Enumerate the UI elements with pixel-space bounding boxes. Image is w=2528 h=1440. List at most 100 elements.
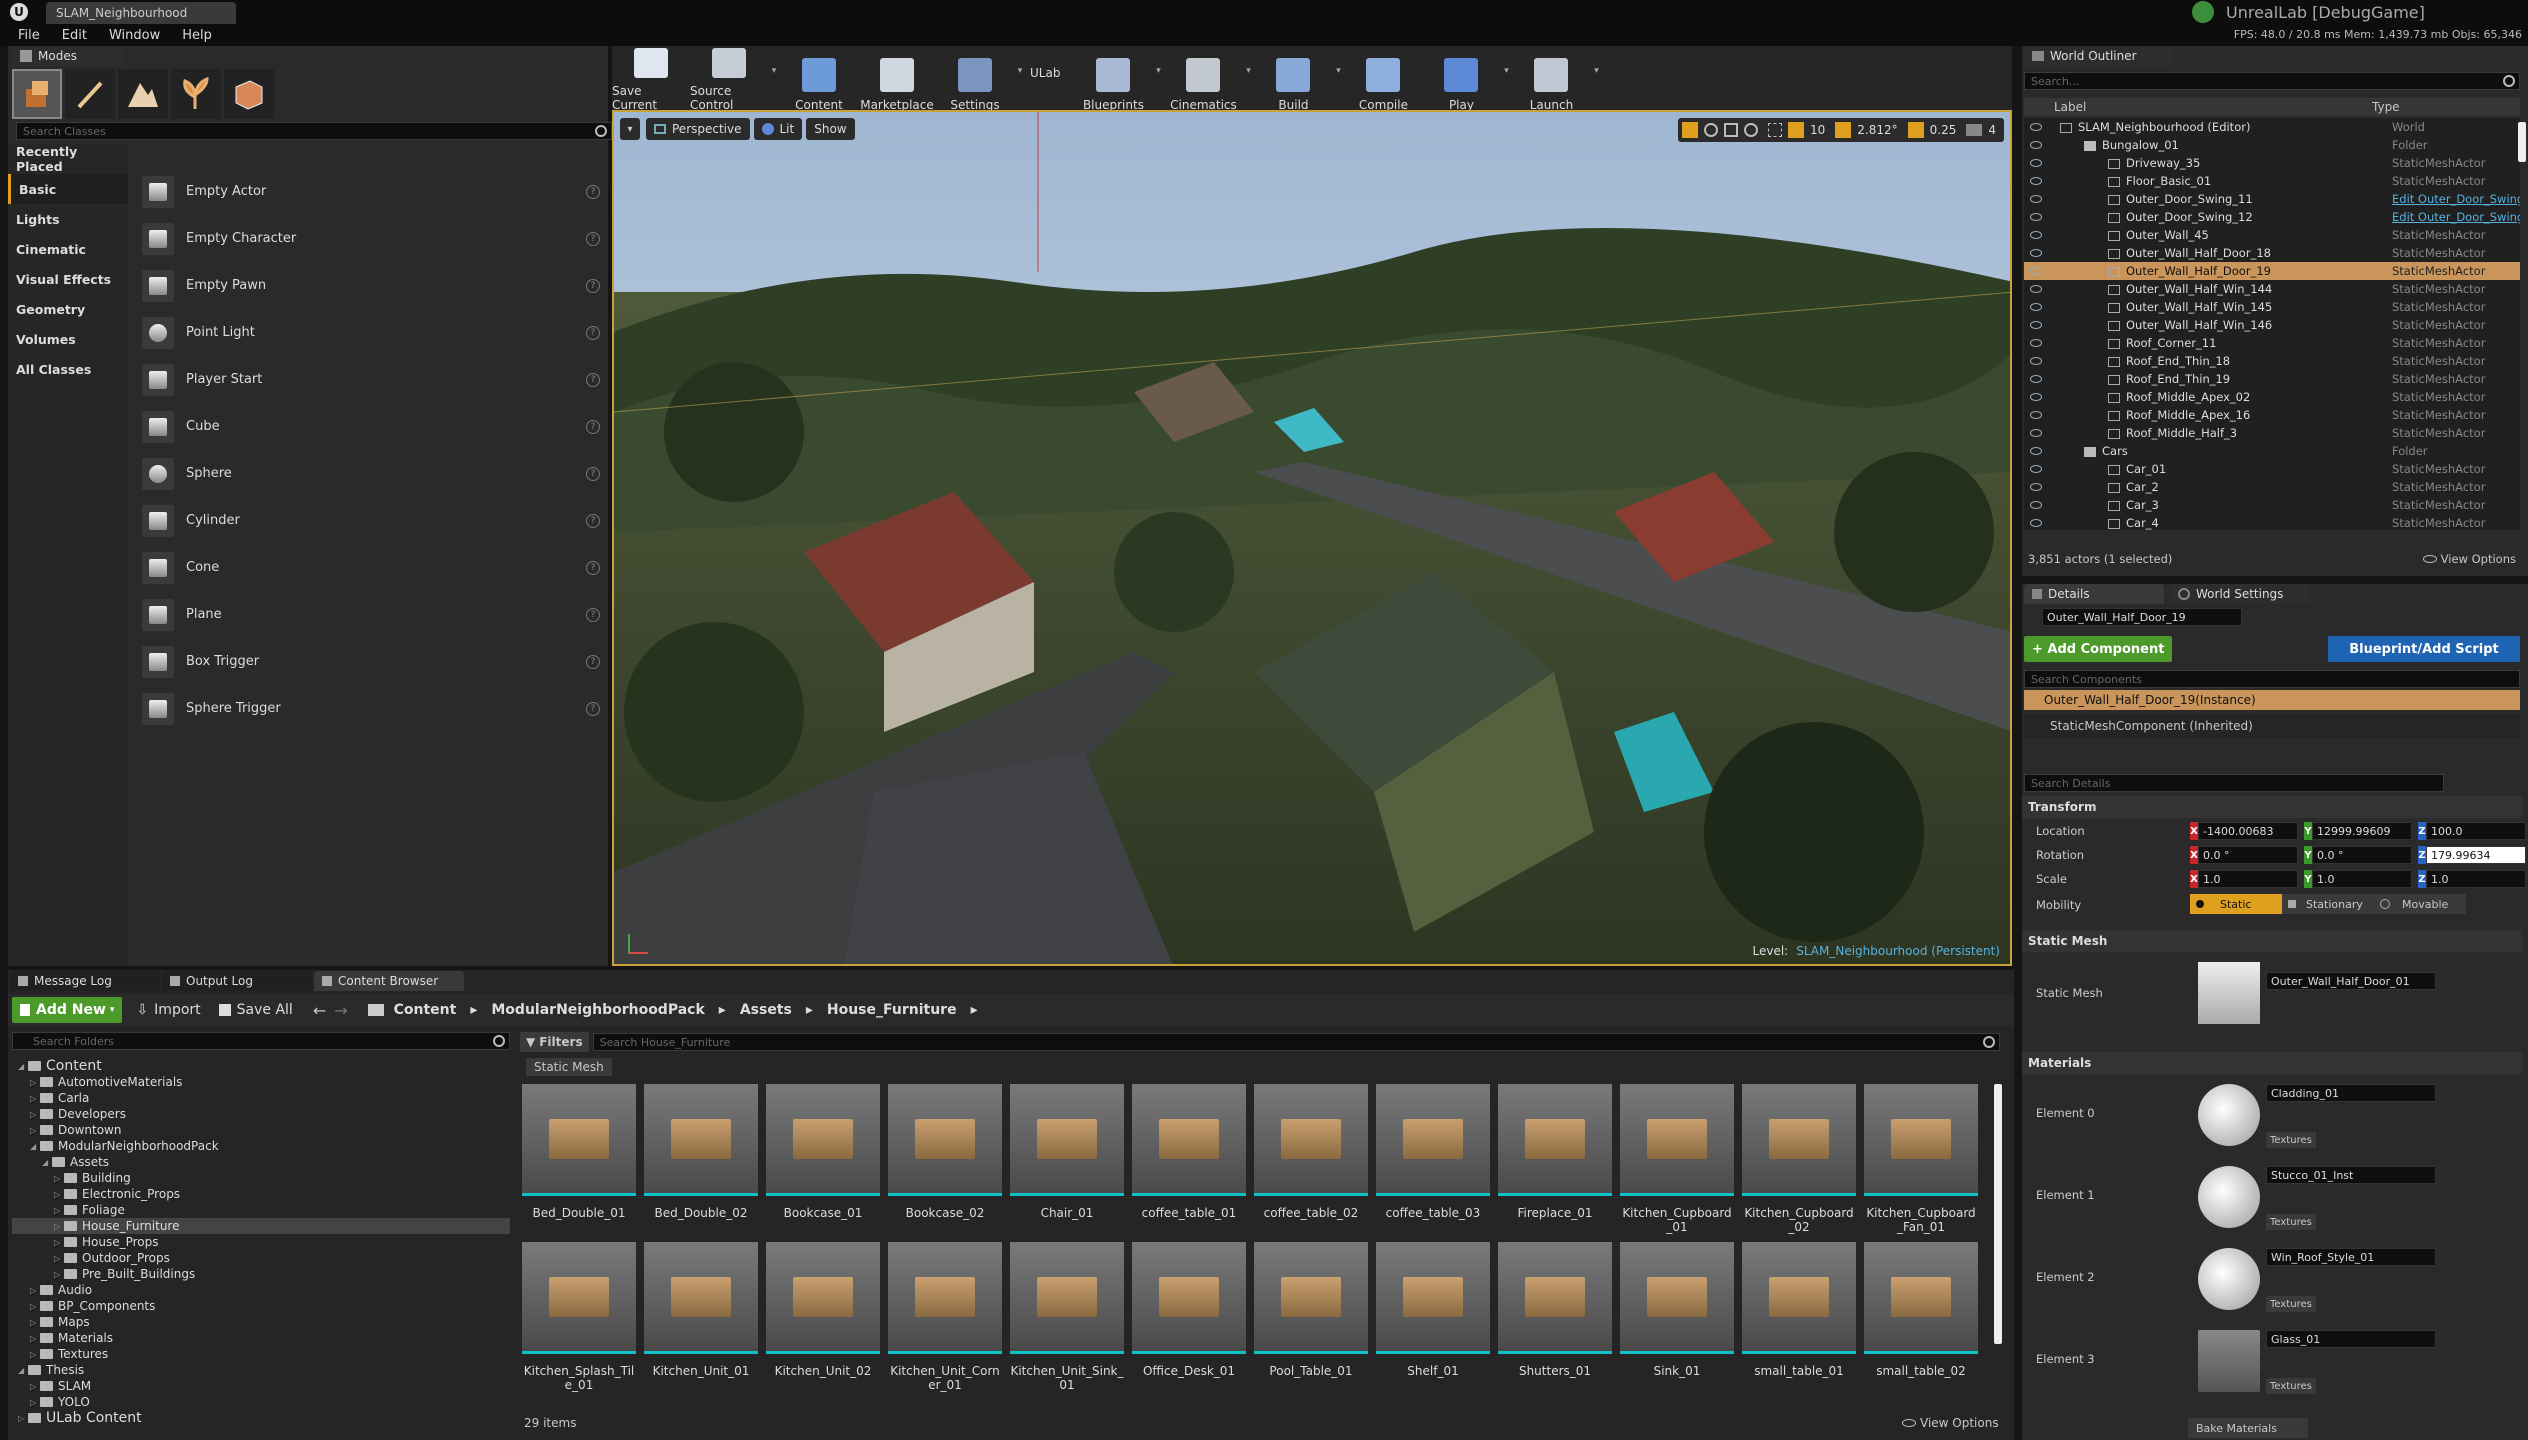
settings-button[interactable]: Settings xyxy=(936,48,1014,116)
folder-tree-item[interactable]: ◢ Content xyxy=(12,1058,510,1074)
asset-tile[interactable]: coffee_table_03 xyxy=(1376,1084,1490,1236)
expand-arrow-icon[interactable]: ▷ xyxy=(30,1318,40,1327)
chevron-down-icon[interactable]: ▾ xyxy=(1500,66,1512,76)
actor-item[interactable]: Cone? xyxy=(134,544,608,591)
category-volumes[interactable]: Volumes xyxy=(8,324,128,354)
static-mesh-dropdown[interactable]: Outer_Wall_Half_Door_01 xyxy=(2266,972,2436,990)
asset-tile[interactable]: Kitchen_Unit_01 xyxy=(644,1242,758,1394)
translate-icon[interactable] xyxy=(1682,122,1698,138)
visibility-eye-icon[interactable] xyxy=(2030,447,2042,455)
expand-arrow-icon[interactable]: ▷ xyxy=(30,1382,40,1391)
category-visual-effects[interactable]: Visual Effects xyxy=(8,264,128,294)
camera-speed-value[interactable]: 4 xyxy=(1988,123,1996,137)
expand-arrow-icon[interactable]: ▷ xyxy=(30,1398,40,1407)
chevron-down-icon[interactable]: ▾ xyxy=(1014,66,1026,76)
search-components-input[interactable]: Search Components xyxy=(2024,670,2520,688)
folder-tree-item[interactable]: ▷ ULab Content xyxy=(12,1410,510,1426)
world-outliner-tab[interactable]: World Outliner xyxy=(2024,46,2174,66)
textures-button[interactable]: Textures xyxy=(2266,1214,2316,1230)
folder-tree-item[interactable]: ▷ AutomotiveMaterials xyxy=(12,1074,510,1090)
outliner-row[interactable]: Cars Folder xyxy=(2024,442,2520,460)
forward-arrow-icon[interactable]: → xyxy=(334,1001,347,1020)
help-icon[interactable]: ? xyxy=(586,231,600,246)
visibility-eye-icon[interactable] xyxy=(2030,267,2042,275)
visibility-eye-icon[interactable] xyxy=(2030,483,2042,491)
scale-snap-value[interactable]: 0.25 xyxy=(1930,123,1957,137)
material-dropdown[interactable]: Glass_01 xyxy=(2266,1330,2436,1348)
actor-item[interactable]: Sphere? xyxy=(134,450,608,497)
visibility-eye-icon[interactable] xyxy=(2030,429,2042,437)
save-current-button[interactable]: Save Current xyxy=(612,48,690,116)
expand-arrow-icon[interactable]: ▷ xyxy=(54,1206,64,1215)
add-component-button[interactable]: + Add Component xyxy=(2024,636,2172,662)
scale-x-field[interactable]: 1.0 xyxy=(2198,870,2298,888)
material-thumbnail[interactable] xyxy=(2198,1084,2260,1146)
asset-tile[interactable]: Pool_Table_01 xyxy=(1254,1242,1368,1394)
search-folders-input[interactable]: Search Folders xyxy=(12,1032,510,1050)
import-button[interactable]: ⇩ Import xyxy=(136,1002,200,1018)
expand-arrow-icon[interactable]: ◢ xyxy=(30,1142,40,1151)
folder-tree-item[interactable]: ▷ Maps xyxy=(12,1314,510,1330)
folder-tree-item[interactable]: ▷ House_Furniture xyxy=(12,1218,510,1234)
material-dropdown[interactable]: Stucco_01_Inst xyxy=(2266,1166,2436,1184)
asset-tile[interactable]: small_table_01 xyxy=(1742,1242,1856,1394)
camera-speed-icon[interactable] xyxy=(1966,124,1983,136)
folder-tree-item[interactable]: ▷ Electronic_Props xyxy=(12,1186,510,1202)
breadcrumb-item[interactable]: Assets xyxy=(740,1002,792,1018)
search-details-input[interactable]: Search Details xyxy=(2024,774,2444,792)
surface-snap-icon[interactable] xyxy=(1768,123,1782,137)
outliner-row[interactable]: Roof_Middle_Apex_02 StaticMeshActor xyxy=(2024,388,2520,406)
location-y-field[interactable]: 12999.99609 xyxy=(2312,822,2412,840)
show-button[interactable]: Show xyxy=(806,118,855,140)
help-icon[interactable]: ? xyxy=(586,278,600,293)
grid-snap-icon[interactable] xyxy=(1788,122,1804,138)
visibility-eye-icon[interactable] xyxy=(2030,213,2042,221)
visibility-eye-icon[interactable] xyxy=(2030,339,2042,347)
actor-item[interactable]: Sphere Trigger? xyxy=(134,685,608,732)
visibility-eye-icon[interactable] xyxy=(2030,465,2042,473)
visibility-eye-icon[interactable] xyxy=(2030,357,2042,365)
visibility-eye-icon[interactable] xyxy=(2030,375,2042,383)
folder-tree-item[interactable]: ▷ SLAM xyxy=(12,1378,510,1394)
visibility-eye-icon[interactable] xyxy=(2030,177,2042,185)
expand-arrow-icon[interactable]: ▷ xyxy=(30,1078,40,1087)
rotation-snap-icon[interactable] xyxy=(1835,122,1852,138)
rotation-y-field[interactable]: 0.0 ° xyxy=(2312,846,2412,864)
folder-tree-item[interactable]: ▷ Carla xyxy=(12,1090,510,1106)
level-viewport[interactable]: ▾ Perspective Lit Show 10 2.812° 0.25 4 … xyxy=(612,110,2012,966)
category-basic[interactable]: Basic xyxy=(8,174,128,204)
folder-tree-item[interactable]: ▷ Materials xyxy=(12,1330,510,1346)
outliner-row[interactable]: Driveway_35 StaticMeshActor xyxy=(2024,154,2520,172)
mobility-movable[interactable]: Movable xyxy=(2374,894,2466,914)
breadcrumb-separator-icon[interactable]: ▸ xyxy=(719,1002,726,1018)
asset-tile[interactable]: Kitchen_Unit_Sink_01 xyxy=(1010,1242,1124,1394)
help-icon[interactable]: ? xyxy=(586,325,600,340)
category-geometry[interactable]: Geometry xyxy=(8,294,128,324)
textures-button[interactable]: Textures xyxy=(2266,1378,2316,1394)
outliner-search-input[interactable]: Search... xyxy=(2024,72,2520,90)
expand-arrow-icon[interactable]: ▷ xyxy=(18,1414,28,1423)
scale-y-field[interactable]: 1.0 xyxy=(2312,870,2412,888)
folder-tree-item[interactable]: ▷ BP_Components xyxy=(12,1298,510,1314)
component-row[interactable]: StaticMeshComponent (Inherited) xyxy=(2024,714,2520,738)
actor-item[interactable]: Empty Character? xyxy=(134,215,608,262)
tab-output-log[interactable]: Output Log xyxy=(162,971,312,991)
blueprint-add-script-button[interactable]: Blueprint/Add Script xyxy=(2328,636,2520,662)
visibility-eye-icon[interactable] xyxy=(2030,159,2042,167)
actor-item[interactable]: Cube? xyxy=(134,403,608,450)
perspective-button[interactable]: Perspective xyxy=(646,118,750,140)
asset-tile[interactable]: Kitchen_Cupboard_02 xyxy=(1742,1084,1856,1236)
expand-arrow-icon[interactable]: ▷ xyxy=(30,1110,40,1119)
rotation-snap-value[interactable]: 2.812° xyxy=(1857,123,1897,137)
asset-tile[interactable]: Bookcase_01 xyxy=(766,1084,880,1236)
chevron-down-icon[interactable]: ▾ xyxy=(768,66,780,76)
outliner-row[interactable]: SLAM_Neighbourhood (Editor) World xyxy=(2024,118,2520,136)
asset-tile[interactable]: Kitchen_Splash_Tile_01 xyxy=(522,1242,636,1394)
help-icon[interactable]: ? xyxy=(586,466,600,481)
outliner-row-type[interactable]: Edit Outer_Door_Swing xyxy=(2392,192,2520,206)
menu-edit[interactable]: Edit xyxy=(62,28,87,43)
folder-tree-item[interactable]: ▷ Audio xyxy=(12,1282,510,1298)
actor-item[interactable]: Plane? xyxy=(134,591,608,638)
asset-tile[interactable]: Fireplace_01 xyxy=(1498,1084,1612,1236)
materials-section[interactable]: Materials xyxy=(2022,1052,2522,1074)
